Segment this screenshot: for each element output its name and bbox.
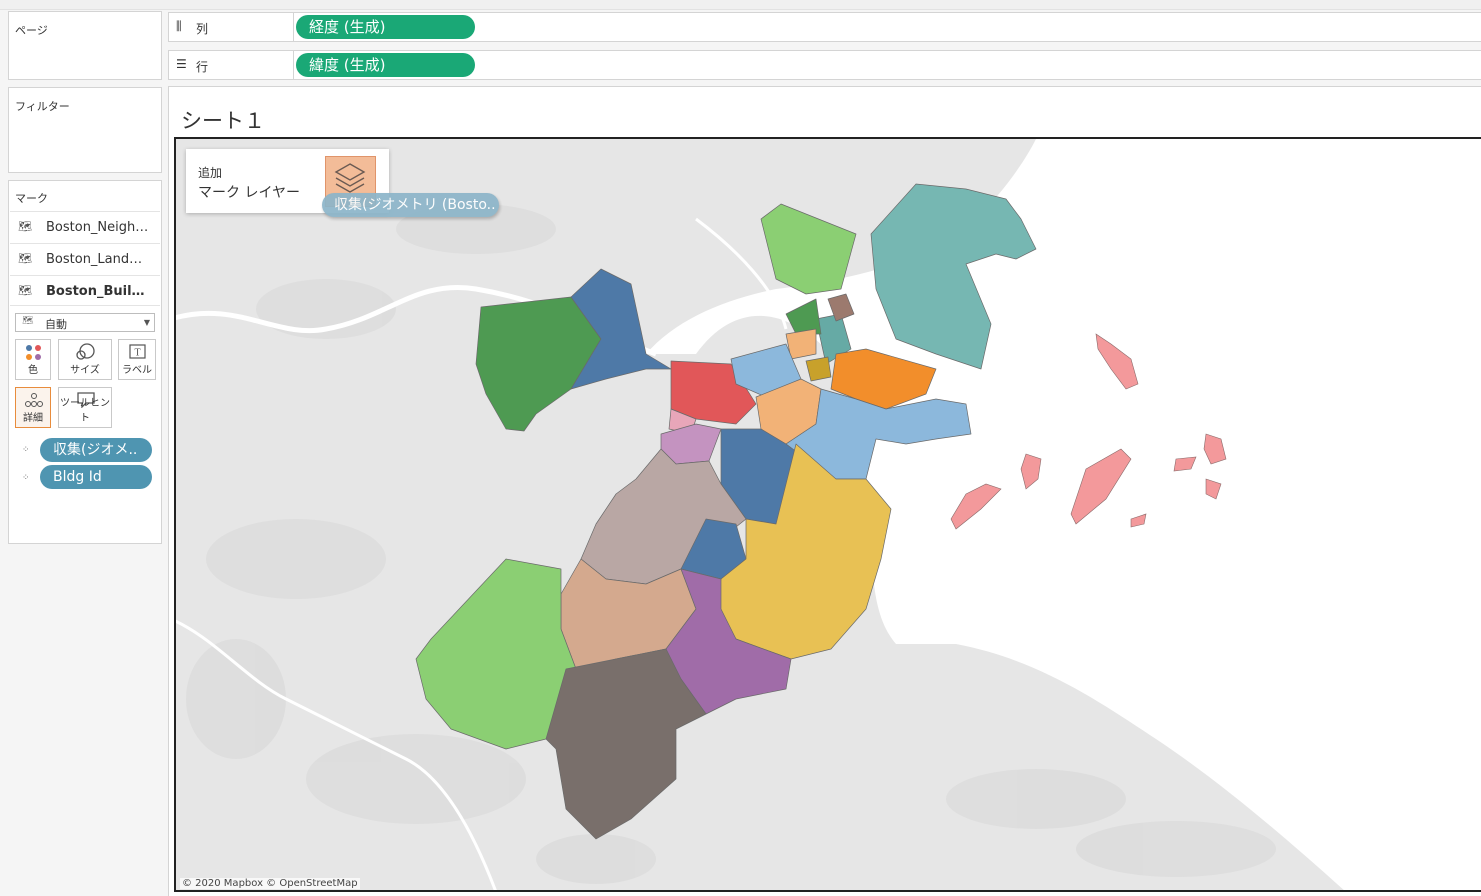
map-view[interactable]: 追加 マーク レイヤー 収集(ジオメトリ (Bosto.. © 2020 Map… <box>174 137 1481 892</box>
svg-text:T: T <box>134 348 140 359</box>
pages-card[interactable]: ページ <box>8 11 162 80</box>
columns-icon: ⫼ <box>176 19 182 33</box>
mark-layer-boston-neighborhoods[interactable]: 🗺 Boston_Neigh… <box>10 211 160 242</box>
mark-layer-label: Boston_Neigh… <box>46 220 149 235</box>
neighborhood-brighton <box>475 296 602 432</box>
label-button-label: ラベル <box>122 365 152 376</box>
mark-layer-label: Boston_Buil… <box>46 284 145 299</box>
longitude-pill[interactable]: 経度 (生成) <box>296 15 475 39</box>
size-button[interactable]: サイズ <box>58 339 112 380</box>
map-mark-type-icon: 🗺 <box>22 316 34 326</box>
filters-card[interactable]: フィルター <box>8 87 162 173</box>
mark-layer-boston-landmarks[interactable]: 🗺 Boston_Land… <box>10 243 160 274</box>
color-button-label: 色 <box>28 365 38 376</box>
columns-shelf-label: 列 <box>196 22 209 36</box>
rows-icon: ☰ <box>176 57 187 71</box>
pages-card-title: ページ <box>15 24 48 37</box>
detail-icon <box>25 393 43 407</box>
map-layer-icon: 🗺 <box>18 220 32 233</box>
mark-layer-boston-buildings[interactable]: 🗺 Boston_Buil… <box>10 275 160 306</box>
detail-field-icon: ⁘ <box>22 473 30 483</box>
field-pill-geometry-collect[interactable]: 収集(ジオメ.. <box>40 438 152 462</box>
mark-type-dropdown[interactable]: 🗺 自動 ▼ <box>15 313 155 332</box>
label-button[interactable]: T ラベル <box>118 339 156 380</box>
mark-layer-label: Boston_Land… <box>46 252 143 267</box>
sheet-title[interactable]: シート１ <box>181 105 265 135</box>
detail-field-icon: ⁘ <box>22 445 30 455</box>
field-pill-bldg-id[interactable]: Bldg Id <box>40 465 152 489</box>
tooltip-button[interactable]: ツールヒント <box>58 387 112 428</box>
color-button[interactable]: 色 <box>15 339 51 380</box>
marks-card: マーク 🗺 Boston_Neigh… 🗺 Boston_Land… 🗺 Bos… <box>8 180 162 544</box>
boston-map[interactable] <box>176 139 1481 892</box>
text-label-icon: T <box>129 344 146 359</box>
columns-shelf[interactable]: ⫼ 列 経度 (生成) <box>168 12 1481 42</box>
add-mark-layer-label-2: マーク レイヤー <box>198 185 301 201</box>
size-button-label: サイズ <box>70 365 100 376</box>
map-layer-icon: 🗺 <box>18 284 32 297</box>
size-icon <box>76 343 95 360</box>
chevron-down-icon: ▼ <box>143 318 150 327</box>
top-toolbar-strip <box>0 0 1481 10</box>
add-mark-layer-label-1: 追加 <box>198 166 223 180</box>
shelf-divider <box>293 13 294 41</box>
map-attribution[interactable]: © 2020 Mapbox © OpenStreetMap <box>180 878 360 889</box>
latitude-pill[interactable]: 緯度 (生成) <box>296 53 475 77</box>
neighborhood-charlestown <box>760 203 857 295</box>
detail-button-label: 詳細 <box>23 413 43 424</box>
rows-shelf-label: 行 <box>196 60 209 74</box>
mark-type-value: 自動 <box>45 318 67 331</box>
shelf-divider <box>293 51 294 79</box>
color-dots-icon <box>26 345 41 360</box>
detail-button[interactable]: 詳細 <box>15 387 51 428</box>
map-layer-icon: 🗺 <box>18 252 32 265</box>
neighborhood-chinatown <box>805 356 832 382</box>
tooltip-button-label: ツールヒント <box>60 398 110 424</box>
dragging-field-pill[interactable]: 収集(ジオメトリ (Bosto.. <box>322 193 499 217</box>
filters-card-title: フィルター <box>15 100 70 113</box>
rows-shelf[interactable]: ☰ 行 緯度 (生成) <box>168 50 1481 80</box>
marks-card-title: マーク <box>15 192 48 205</box>
